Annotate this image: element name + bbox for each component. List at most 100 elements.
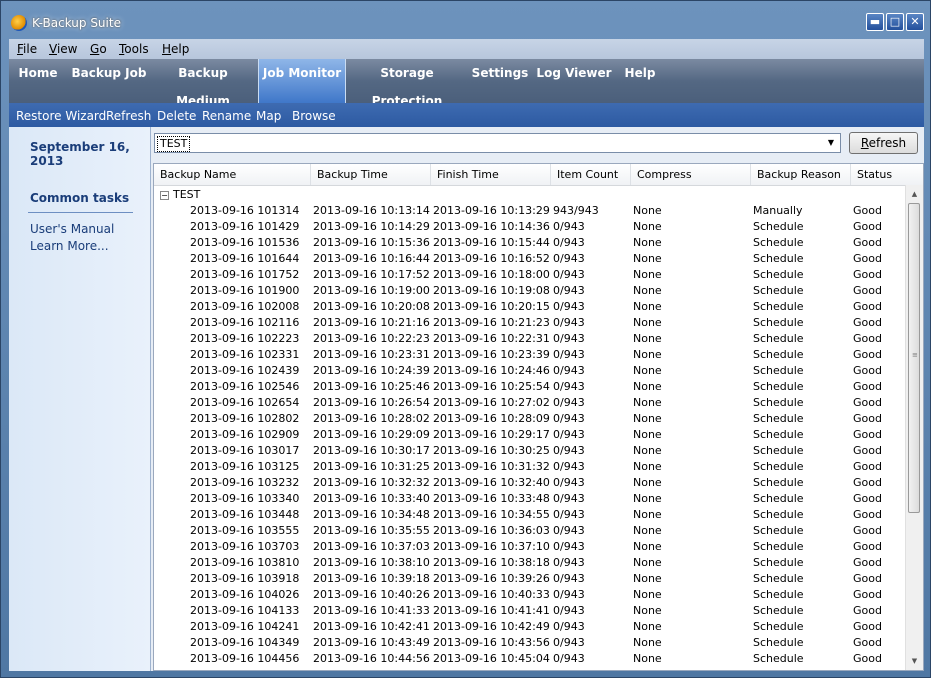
cell-item-count: 0/943 <box>553 444 585 457</box>
table-row[interactable]: 2013-09-16 102802 2013-09-16 10:28:02 2013… <box>154 411 906 427</box>
tab-backup-job[interactable]: Backup Job <box>69 59 149 103</box>
cell-compress: None <box>633 508 662 521</box>
tab-home[interactable]: Home <box>13 59 63 103</box>
table-row[interactable]: 2013-09-16 102909 2013-09-16 10:29:09 2013… <box>154 427 906 443</box>
cell-backup-time: 2013-09-16 10:31:25 <box>313 460 430 473</box>
cell-item-count: 0/943 <box>553 588 585 601</box>
current-date: September 16, 2013 <box>30 140 130 168</box>
cell-finish-time: 2013-09-16 10:28:09 <box>433 412 550 425</box>
table-row[interactable]: 2013-09-16 103703 2013-09-16 10:37:03 2013… <box>154 539 906 555</box>
col-compress[interactable]: Compress <box>631 164 751 185</box>
table-row[interactable]: 2013-09-16 102546 2013-09-16 10:25:46 2013… <box>154 379 906 395</box>
table-row[interactable]: 2013-09-16 103017 2013-09-16 10:30:17 2013… <box>154 443 906 459</box>
col-status[interactable]: Status <box>851 164 906 185</box>
tab-settings[interactable]: Settings <box>470 59 530 103</box>
minimize-icon[interactable]: ▬ <box>866 13 884 31</box>
table-row[interactable]: 2013-09-16 102331 2013-09-16 10:23:31 2013… <box>154 347 906 363</box>
browse-button[interactable]: Browse <box>292 109 336 123</box>
tab-backup-medium[interactable]: Backup Medium <box>153 59 253 108</box>
cell-status: Good <box>853 380 882 393</box>
table-row[interactable]: 2013-09-16 103448 2013-09-16 10:34:48 2013… <box>154 507 906 523</box>
cell-finish-time: 2013-09-16 10:40:33 <box>433 588 550 601</box>
backup-rows: 2013-09-16 101314 2013-09-16 10:13:14 2013… <box>154 203 906 667</box>
app-logo-icon <box>11 15 27 31</box>
cell-backup-time: 2013-09-16 10:42:41 <box>313 620 430 633</box>
close-icon[interactable]: ✕ <box>906 13 924 31</box>
table-row[interactable]: 2013-09-16 103125 2013-09-16 10:31:25 2013… <box>154 459 906 475</box>
tab-job-monitor[interactable]: Job Monitor <box>258 59 346 103</box>
cell-finish-time: 2013-09-16 10:19:08 <box>433 284 550 297</box>
menu-view[interactable]: View <box>49 42 77 56</box>
table-row[interactable]: 2013-09-16 103340 2013-09-16 10:33:40 2013… <box>154 491 906 507</box>
cell-item-count: 0/943 <box>553 476 585 489</box>
table-row[interactable]: 2013-09-16 104349 2013-09-16 10:43:49 2013… <box>154 635 906 651</box>
learn-more-link[interactable]: Learn More... <box>30 239 109 253</box>
menu-help[interactable]: Help <box>162 42 189 56</box>
cell-item-count: 0/943 <box>553 636 585 649</box>
table-row[interactable]: 2013-09-16 102654 2013-09-16 10:26:54 2013… <box>154 395 906 411</box>
chevron-down-icon[interactable]: ▼ <box>822 134 840 152</box>
cell-backup-time: 2013-09-16 10:24:39 <box>313 364 430 377</box>
cell-item-count: 0/943 <box>553 412 585 425</box>
menu-go[interactable]: Go <box>90 42 107 56</box>
map-button[interactable]: Map <box>256 109 281 123</box>
table-row[interactable]: 2013-09-16 102116 2013-09-16 10:21:16 2013… <box>154 315 906 331</box>
group-row[interactable]: − TEST <box>160 187 200 203</box>
table-row[interactable]: 2013-09-16 101536 2013-09-16 10:15:36 2013… <box>154 235 906 251</box>
cell-backup-time: 2013-09-16 10:43:49 <box>313 636 430 649</box>
table-row[interactable]: 2013-09-16 103918 2013-09-16 10:39:18 2013… <box>154 571 906 587</box>
cell-backup-name: 2013-09-16 102223 <box>190 332 300 345</box>
cell-compress: None <box>633 380 662 393</box>
table-row[interactable]: 2013-09-16 104241 2013-09-16 10:42:41 2013… <box>154 619 906 635</box>
cell-compress: None <box>633 604 662 617</box>
cell-status: Good <box>853 316 882 329</box>
cell-item-count: 0/943 <box>553 620 585 633</box>
scroll-thumb[interactable]: ≡ <box>908 203 920 513</box>
cell-backup-time: 2013-09-16 10:23:31 <box>313 348 430 361</box>
menu-tools[interactable]: Tools <box>119 42 149 56</box>
cell-compress: None <box>633 556 662 569</box>
table-row[interactable]: 2013-09-16 102223 2013-09-16 10:22:23 2013… <box>154 331 906 347</box>
col-finish-time[interactable]: Finish Time <box>431 164 551 185</box>
col-backup-reason[interactable]: Backup Reason <box>751 164 851 185</box>
col-backup-time[interactable]: Backup Time <box>311 164 431 185</box>
tab-storage-protection[interactable]: Storage Protection <box>351 59 463 108</box>
vertical-scrollbar[interactable]: ▲ ≡ ▼ <box>905 185 923 670</box>
table-row[interactable]: 2013-09-16 103555 2013-09-16 10:35:55 2013… <box>154 523 906 539</box>
table-row[interactable]: 2013-09-16 103810 2013-09-16 10:38:10 2013… <box>154 555 906 571</box>
job-select[interactable]: TEST ▼ <box>154 133 841 153</box>
users-manual-link[interactable]: User's Manual <box>30 222 114 236</box>
maximize-icon[interactable]: □ <box>886 13 904 31</box>
cell-backup-reason: Schedule <box>753 316 804 329</box>
delete-button[interactable]: Delete <box>157 109 196 123</box>
table-row[interactable]: 2013-09-16 101429 2013-09-16 10:14:29 2013… <box>154 219 906 235</box>
table-row[interactable]: 2013-09-16 102008 2013-09-16 10:20:08 2013… <box>154 299 906 315</box>
collapse-icon[interactable]: − <box>160 190 169 200</box>
table-row[interactable]: 2013-09-16 101900 2013-09-16 10:19:00 2013… <box>154 283 906 299</box>
col-backup-name[interactable]: Backup Name <box>154 164 311 185</box>
tab-help[interactable]: Help <box>618 59 662 103</box>
cell-status: Good <box>853 284 882 297</box>
col-item-count[interactable]: Item Count <box>551 164 631 185</box>
table-row[interactable]: 2013-09-16 104026 2013-09-16 10:40:26 2013… <box>154 587 906 603</box>
table-row[interactable]: 2013-09-16 104133 2013-09-16 10:41:33 2013… <box>154 603 906 619</box>
menu-file[interactable]: File <box>17 42 37 56</box>
cell-backup-name: 2013-09-16 103918 <box>190 572 300 585</box>
tab-log-viewer[interactable]: Log Viewer <box>536 59 612 103</box>
cell-compress: None <box>633 588 662 601</box>
scroll-down-icon[interactable]: ▼ <box>906 654 923 668</box>
refresh-toolbar-button[interactable]: Refresh <box>106 109 151 123</box>
table-row[interactable]: 2013-09-16 103232 2013-09-16 10:32:32 2013… <box>154 475 906 491</box>
table-row[interactable]: 2013-09-16 102439 2013-09-16 10:24:39 2013… <box>154 363 906 379</box>
table-row[interactable]: 2013-09-16 104456 2013-09-16 10:44:56 2013… <box>154 651 906 667</box>
refresh-button[interactable]: Refresh <box>849 132 918 154</box>
scroll-up-icon[interactable]: ▲ <box>906 187 923 201</box>
table-row[interactable]: 2013-09-16 101314 2013-09-16 10:13:14 2013… <box>154 203 906 219</box>
table-row[interactable]: 2013-09-16 101752 2013-09-16 10:17:52 2013… <box>154 267 906 283</box>
rename-button[interactable]: Rename <box>202 109 251 123</box>
table-row[interactable]: 2013-09-16 101644 2013-09-16 10:16:44 2013… <box>154 251 906 267</box>
cell-backup-reason: Schedule <box>753 620 804 633</box>
title-bar[interactable]: K-Backup Suite ▬ □ ✕ <box>1 1 930 39</box>
restore-wizard-button[interactable]: Restore Wizard <box>16 109 106 123</box>
cell-compress: None <box>633 348 662 361</box>
